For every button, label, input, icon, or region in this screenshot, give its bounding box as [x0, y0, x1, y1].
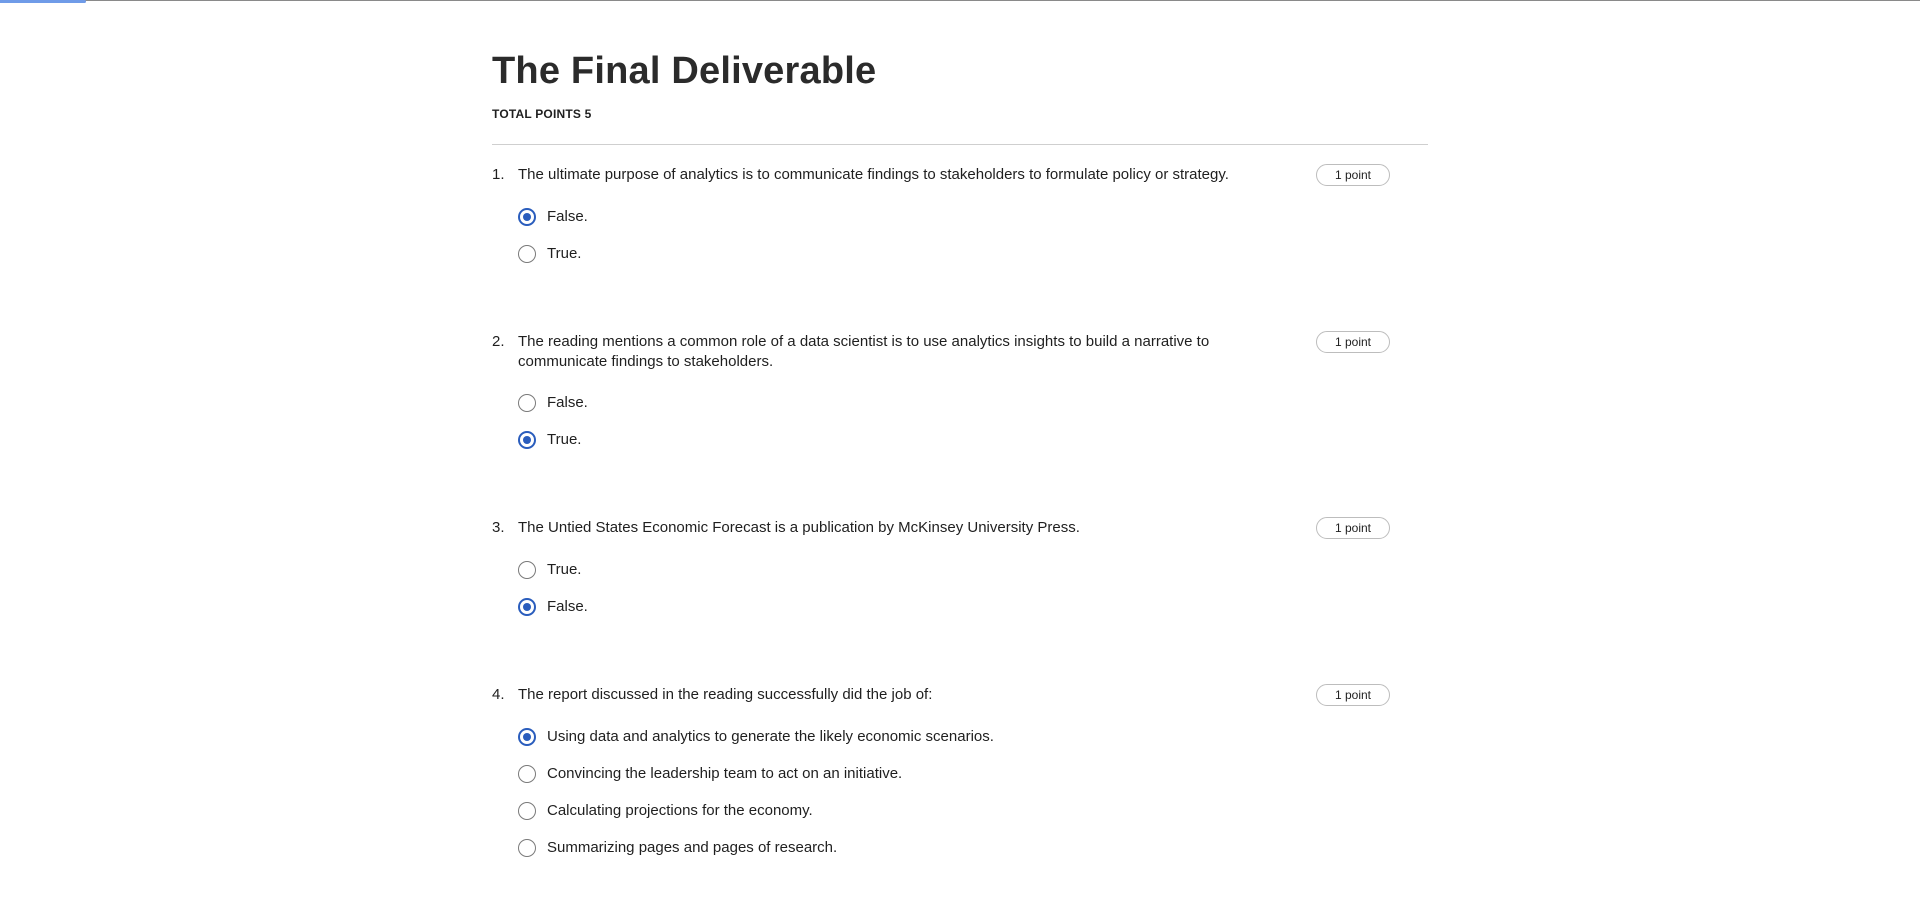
radio-button[interactable] — [518, 393, 536, 412]
options-group: False. True. — [492, 384, 1428, 458]
option[interactable]: False. — [518, 384, 1428, 421]
question-text: The Untied States Economic Forecast is a… — [518, 519, 1080, 536]
points-badge: 1 point — [1315, 517, 1390, 539]
question-text: The report discussed in the reading succ… — [518, 686, 933, 703]
radio-button[interactable] — [518, 430, 536, 449]
question-number: 2. — [492, 333, 505, 350]
question-text: The reading mentions a common role of a … — [518, 333, 1210, 370]
option-label: Using data and analytics to generate the… — [547, 727, 994, 745]
option-label: True. — [547, 560, 582, 578]
option[interactable]: Calculating projections for the economy. — [518, 792, 1428, 829]
option[interactable]: False. — [518, 198, 1428, 235]
option-label: False. — [547, 207, 588, 225]
options-group: True. False. — [492, 551, 1428, 625]
option-label: Summarizing pages and pages of research. — [547, 838, 838, 856]
question-number: 4. — [492, 686, 505, 703]
option[interactable]: True. — [518, 421, 1428, 458]
question-4: 4. The report discussed in the reading s… — [492, 684, 1428, 906]
page-title: The Final Deliverable — [492, 50, 877, 92]
option-label: Convincing the leadership team to act on… — [547, 764, 903, 782]
points-badge: 1 point — [1315, 684, 1390, 706]
question-2: 2. The reading mentions a common role of… — [492, 331, 1428, 498]
option[interactable]: Using data and analytics to generate the… — [518, 718, 1428, 755]
points-badge: 1 point — [1315, 164, 1390, 186]
radio-button[interactable] — [518, 838, 536, 857]
option-label: False. — [547, 393, 588, 411]
question-1: 1. The ultimate purpose of analytics is … — [492, 164, 1428, 312]
quiz-container: The Final Deliverable TOTAL POINTS 5 1. … — [492, 0, 1428, 906]
total-points: TOTAL POINTS 5 — [492, 107, 592, 121]
radio-button[interactable] — [518, 597, 536, 616]
points-badge: 1 point — [1315, 331, 1390, 353]
question-3: 3. The Untied States Economic Forecast i… — [492, 517, 1428, 665]
option-label: True. — [547, 430, 582, 448]
option[interactable]: Summarizing pages and pages of research. — [518, 829, 1428, 866]
options-group: False. True. — [492, 198, 1428, 272]
question-number: 1. — [492, 166, 505, 183]
question-text: The ultimate purpose of analytics is to … — [518, 166, 1229, 183]
radio-button[interactable] — [518, 244, 536, 263]
radio-button[interactable] — [518, 727, 536, 746]
option[interactable]: Convincing the leadership team to act on… — [518, 755, 1428, 792]
options-group: Using data and analytics to generate the… — [492, 718, 1428, 866]
option[interactable]: False. — [518, 588, 1428, 625]
radio-button[interactable] — [518, 560, 536, 579]
option[interactable]: True. — [518, 551, 1428, 588]
question-list: 1. The ultimate purpose of analytics is … — [492, 164, 1428, 906]
divider — [492, 144, 1428, 145]
radio-button[interactable] — [518, 801, 536, 820]
option-label: False. — [547, 597, 588, 615]
radio-button[interactable] — [518, 207, 536, 226]
radio-button[interactable] — [518, 764, 536, 783]
question-number: 3. — [492, 519, 505, 536]
progress-bar — [0, 0, 87, 3]
option-label: True. — [547, 244, 582, 262]
option-label: Calculating projections for the economy. — [547, 801, 813, 819]
option[interactable]: True. — [518, 235, 1428, 272]
